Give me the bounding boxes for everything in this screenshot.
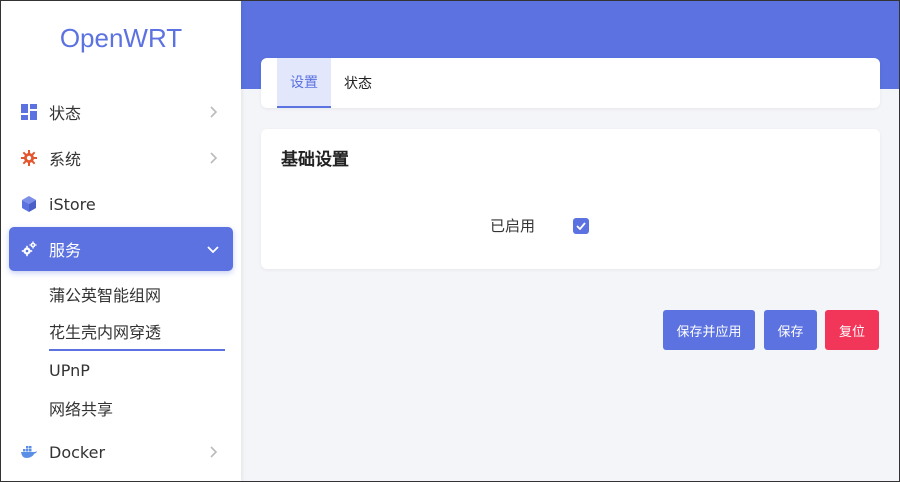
enabled-label: 已启用	[490, 217, 536, 235]
sidebar-item-label: Docker	[49, 442, 106, 462]
tab-bar: 设置 状态	[261, 58, 880, 108]
chevron-right-icon	[205, 444, 221, 460]
dashboard-icon	[21, 104, 37, 120]
sidebar-item-label: 状态	[49, 104, 82, 123]
tab-settings[interactable]: 设置	[277, 58, 331, 108]
sidebar: OpenWRT 状态 系统 iStore 服务 蒲公英智能组网 花生壳内网穿透 …	[1, 1, 241, 481]
sidebar-item-label: iStore	[49, 194, 96, 214]
sidebar-subitem-network-share[interactable]: 网络共享	[49, 393, 113, 423]
tab-status[interactable]: 状态	[335, 58, 381, 108]
sidebar-item-services[interactable]: 服务	[9, 227, 233, 271]
chevron-right-icon	[205, 150, 221, 166]
gears-icon	[21, 241, 37, 257]
sidebar-item-docker[interactable]: Docker	[9, 430, 233, 474]
gear-icon	[21, 150, 37, 166]
sidebar-subitem-upnp[interactable]: UPnP	[49, 355, 90, 385]
sidebar-item-label: 系统	[49, 150, 82, 169]
sidebar-item-status[interactable]: 状态	[9, 90, 233, 134]
save-button[interactable]: 保存	[764, 310, 817, 350]
sidebar-item-label: 服务	[49, 241, 82, 260]
reset-button[interactable]: 复位	[825, 310, 879, 350]
sidebar-subitem-pgyvpn[interactable]: 蒲公英智能组网	[49, 279, 161, 309]
save-apply-button[interactable]: 保存并应用	[663, 310, 755, 350]
brand-logo: OpenWRT	[59, 23, 183, 53]
active-subitem-underline	[49, 349, 225, 351]
docker-icon	[21, 444, 37, 460]
basic-settings-card: 基础设置 已启用	[261, 129, 880, 269]
cube-icon	[21, 196, 37, 212]
sidebar-item-system[interactable]: 系统	[9, 136, 233, 180]
enabled-checkbox[interactable]	[573, 218, 589, 234]
chevron-right-icon	[205, 104, 221, 120]
chevron-down-icon	[205, 241, 221, 257]
check-icon	[576, 222, 586, 230]
sidebar-item-istore[interactable]: iStore	[9, 182, 233, 226]
sidebar-subitem-phtunnel[interactable]: 花生壳内网穿透	[49, 316, 161, 346]
section-title: 基础设置	[281, 150, 349, 170]
